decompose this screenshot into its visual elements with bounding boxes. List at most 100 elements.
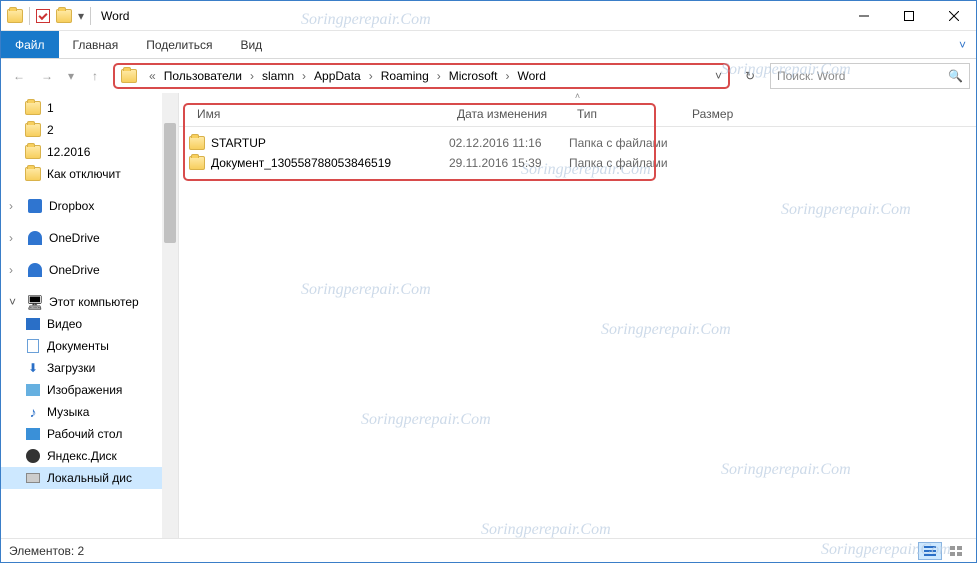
sidebar-label: Музыка [47, 405, 89, 419]
breadcrumb-overflow[interactable]: « [145, 69, 160, 83]
folder-icon [189, 156, 205, 170]
details-view-button[interactable] [918, 542, 942, 560]
sidebar-label: Загрузки [47, 361, 95, 375]
tab-file[interactable]: Файл [1, 31, 59, 58]
image-icon [26, 384, 40, 396]
chevron-right-icon[interactable]: › [365, 69, 377, 83]
close-button[interactable] [931, 1, 976, 31]
back-button[interactable]: ← [7, 64, 31, 88]
sidebar-item[interactable]: 1 [1, 97, 178, 119]
navigation-pane[interactable]: 1 2 12.2016 Как отключит ›Dropbox › OneDr… [1, 93, 179, 538]
status-bar: Элементов: 2 [1, 538, 976, 562]
window-controls [841, 1, 976, 31]
breadcrumb-item[interactable]: Word [515, 69, 547, 83]
chevron-right-icon[interactable]: › [501, 69, 513, 83]
file-list[interactable]: STARTUP 02.12.2016 11:16 Папка с файлами… [179, 127, 976, 538]
sidebar-item-downloads[interactable]: Загрузки [1, 357, 178, 379]
breadcrumb-item[interactable]: slamn [260, 69, 296, 83]
sidebar-label: Локальный дис [47, 471, 132, 485]
sort-indicator-icon: ˄ [179, 91, 976, 101]
dropbox-icon [28, 199, 42, 213]
up-button[interactable]: ↑ [83, 64, 107, 88]
sidebar-item-pictures[interactable]: Изображения [1, 379, 178, 401]
sidebar-item-music[interactable]: Музыка [1, 401, 178, 423]
sidebar-label: Видео [47, 317, 82, 331]
file-list-pane: ˄ Имя Дата изменения Тип Размер STARTUP … [179, 93, 976, 538]
chevron-right-icon[interactable]: › [298, 69, 310, 83]
ribbon-tabs: Файл Главная Поделиться Вид ˅ [1, 31, 976, 59]
file-row[interactable]: STARTUP 02.12.2016 11:16 Папка с файлами [179, 133, 976, 153]
refresh-button[interactable]: ↻ [736, 64, 764, 88]
address-dropdown-icon[interactable]: ˅ [715, 69, 722, 83]
sidebar-item[interactable]: Как отключит [1, 163, 178, 185]
sidebar-label: Изображения [47, 383, 122, 397]
sidebar-label: Документы [47, 339, 109, 353]
search-icon[interactable]: 🔍 [948, 69, 963, 83]
file-type: Папка с файлами [569, 136, 684, 150]
chevron-icon[interactable]: › [9, 199, 21, 213]
breadcrumb-item[interactable]: Пользователи [162, 69, 244, 83]
file-row[interactable]: Документ_130558788053846519 29.11.2016 1… [179, 153, 976, 173]
sidebar-label: OneDrive [49, 231, 100, 245]
quick-access-toolbar: ▾ [7, 7, 91, 25]
address-bar[interactable]: « Пользователи › slamn › AppData › Roami… [113, 63, 730, 89]
sidebar-label: Яндекс.Диск [47, 449, 117, 463]
qat-dropdown-icon[interactable]: ▾ [78, 9, 84, 23]
sidebar-label: Рабочий стол [47, 427, 122, 441]
sidebar-item[interactable]: 12.2016 [1, 141, 178, 163]
ribbon-expand-icon[interactable]: ˅ [949, 31, 976, 58]
chevron-icon[interactable]: › [9, 263, 21, 277]
sidebar-item-desktop[interactable]: Рабочий стол [1, 423, 178, 445]
forward-button[interactable]: → [35, 64, 59, 88]
history-dropdown[interactable]: ▾ [63, 64, 79, 88]
file-date: 02.12.2016 11:16 [449, 136, 569, 150]
maximize-button[interactable] [886, 1, 931, 31]
item-count: Элементов: 2 [9, 544, 84, 558]
chevron-right-icon[interactable]: › [433, 69, 445, 83]
minimize-button[interactable] [841, 1, 886, 31]
folder-icon [189, 136, 205, 150]
sidebar-label: Этот компьютер [49, 295, 139, 309]
sidebar-label: 2 [47, 123, 54, 137]
sidebar-item-this-pc[interactable]: ˅ Этот компьютер [1, 291, 178, 313]
folder-icon [121, 69, 137, 83]
download-icon [25, 360, 41, 376]
sidebar-item-dropbox[interactable]: ›Dropbox [1, 195, 178, 217]
tab-view[interactable]: Вид [226, 31, 276, 58]
sidebar-label: Как отключит [47, 167, 121, 181]
column-header-size[interactable]: Размер [684, 107, 764, 121]
tab-home[interactable]: Главная [59, 31, 133, 58]
chevron-right-icon[interactable]: › [246, 69, 258, 83]
file-name: Документ_130558788053846519 [211, 156, 391, 170]
onedrive-icon [28, 231, 42, 245]
column-header-date[interactable]: Дата изменения [449, 107, 569, 121]
sidebar-item-yandex-disk[interactable]: Яндекс.Диск [1, 445, 178, 467]
search-input[interactable]: Поиск: Word 🔍 [770, 63, 970, 89]
desktop-icon [26, 428, 40, 440]
sidebar-label: 1 [47, 101, 54, 115]
sidebar-item-documents[interactable]: Документы [1, 335, 178, 357]
column-header-name[interactable]: Имя [189, 107, 449, 121]
sidebar-item-videos[interactable]: Видео [1, 313, 178, 335]
scrollbar-vertical[interactable] [162, 93, 178, 538]
content-body: 1 2 12.2016 Как отключит ›Dropbox › OneDr… [1, 93, 976, 538]
icons-view-button[interactable] [944, 542, 968, 560]
breadcrumb-item[interactable]: AppData [312, 69, 363, 83]
breadcrumb-item[interactable]: Microsoft [447, 69, 500, 83]
properties-icon[interactable] [36, 9, 50, 23]
sidebar-item-local-disk[interactable]: Локальный дис [1, 467, 178, 489]
scrollbar-thumb[interactable] [164, 123, 176, 243]
sidebar-item[interactable]: 2 [1, 119, 178, 141]
view-mode-toggles [918, 542, 968, 560]
chevron-icon[interactable]: › [9, 231, 21, 245]
separator [90, 7, 91, 25]
window-title: Word [101, 9, 129, 23]
column-header-type[interactable]: Тип [569, 107, 684, 121]
sidebar-item-onedrive[interactable]: › OneDrive [1, 227, 178, 249]
new-folder-icon[interactable] [56, 9, 72, 23]
tab-share[interactable]: Поделиться [132, 31, 226, 58]
file-type: Папка с файлами [569, 156, 684, 170]
chevron-down-icon[interactable]: ˅ [9, 295, 21, 309]
sidebar-item-onedrive[interactable]: ›OneDrive [1, 259, 178, 281]
breadcrumb-item[interactable]: Roaming [379, 69, 431, 83]
